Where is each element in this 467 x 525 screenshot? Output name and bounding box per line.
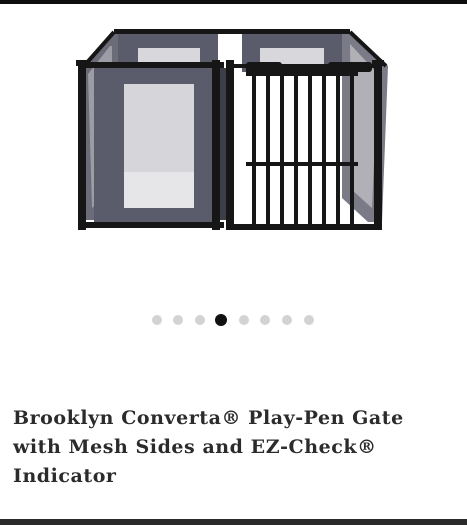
bottom-bar xyxy=(0,519,467,525)
post-center-left xyxy=(212,60,220,230)
gate-bars xyxy=(252,74,354,224)
carousel-dot-3[interactable] xyxy=(195,315,205,325)
carousel-dot-6[interactable] xyxy=(260,315,270,325)
gate-handle xyxy=(246,62,282,72)
post-far-right xyxy=(374,62,382,230)
carousel-dot-1[interactable] xyxy=(152,315,162,325)
post-far-left xyxy=(78,62,86,230)
carousel-dot-4-active[interactable] xyxy=(215,314,227,326)
carousel-dot-7[interactable] xyxy=(282,315,292,325)
image-carousel-dots xyxy=(147,312,323,328)
top-bar xyxy=(0,0,467,4)
product-title: Brooklyn Converta® Play-Pen Gate with Me… xyxy=(13,407,404,487)
carousel-dot-8[interactable] xyxy=(304,315,314,325)
post-center-right xyxy=(226,60,234,230)
carousel-dot-5[interactable] xyxy=(239,315,249,325)
product-image[interactable] xyxy=(70,22,395,240)
carousel-dot-2[interactable] xyxy=(173,315,183,325)
